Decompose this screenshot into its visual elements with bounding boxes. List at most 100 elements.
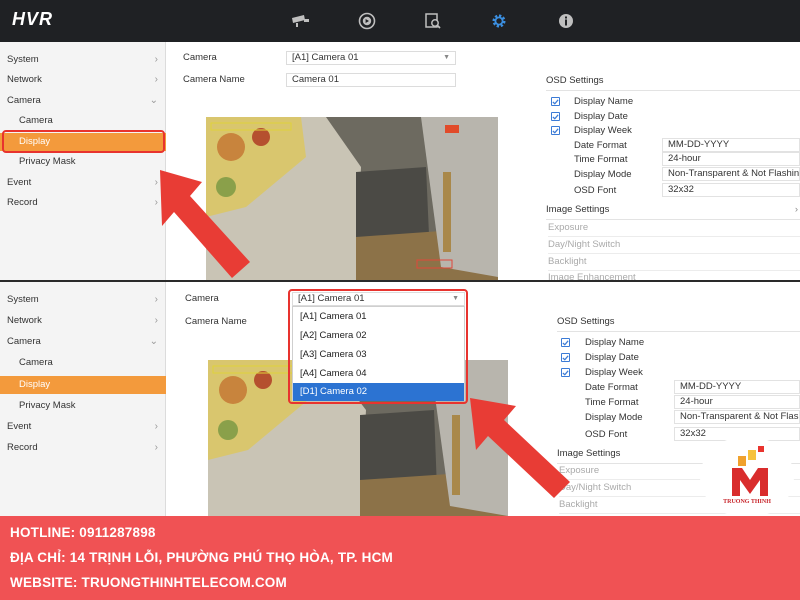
sidebar-item-event[interactable]: Event › [0, 418, 166, 436]
contact-footer: HOTLINE: 0911287898 ĐỊA CHỈ: 14 TRỊNH LỖ… [0, 516, 800, 600]
sidebar-item-privacy-mask[interactable]: Privacy Mask [0, 153, 166, 171]
top-bar: HVR [0, 0, 800, 42]
sidebar-item-label: Record [7, 442, 38, 453]
exposure-item[interactable]: Exposure [548, 222, 800, 237]
camera-select[interactable]: [A1] Camera 01 ▼ [286, 51, 456, 65]
sidebar-item-camera[interactable]: Camera [0, 112, 166, 130]
chevron-down-icon: ⌄ [149, 336, 158, 347]
chevron-right-icon: › [154, 421, 158, 432]
search-icon[interactable] [421, 9, 445, 33]
sidebar-item-record[interactable]: Record › [0, 439, 166, 457]
sidebar-item-camera-group[interactable]: Camera ⌄ [0, 333, 166, 351]
camera-label: Camera [185, 293, 219, 304]
camera-name-label: Camera Name [183, 74, 245, 85]
sidebar-item-label: System [7, 54, 39, 65]
sidebar-item-label: Network [7, 74, 42, 85]
sidebar-item-network[interactable]: Network › [0, 312, 166, 330]
time-format-select[interactable]: 24-hour [662, 152, 800, 166]
top-config-panel: System › Network › Camera ⌄ Camera Display … [0, 42, 800, 280]
sidebar-item-label: Record [7, 197, 38, 208]
sidebar-item-network[interactable]: Network › [0, 71, 166, 89]
checkbox-display-date[interactable] [551, 112, 560, 121]
chevron-right-icon: › [154, 54, 158, 65]
red-arrow-icon [160, 170, 250, 278]
chevron-right-icon: › [154, 315, 158, 326]
sidebar-item-label: System [7, 294, 39, 305]
chevron-right-icon: › [154, 74, 158, 85]
red-arrow-icon [470, 398, 570, 498]
sidebar-item-label: Camera [19, 115, 53, 126]
sidebar-item-display[interactable]: Display [0, 376, 166, 394]
chevron-right-icon: › [154, 294, 158, 305]
chevron-down-icon: ⌄ [149, 95, 158, 106]
highlight-box [288, 289, 468, 404]
date-format-select[interactable]: MM-DD-YYYY [674, 380, 800, 394]
camera-select-value: [A1] Camera 01 [292, 52, 359, 63]
checkbox-display-name[interactable] [561, 338, 570, 347]
bottom-config-panel: System › Network › Camera ⌄ Camera Display … [0, 282, 800, 516]
hotline-text: HOTLINE: 0911287898 [10, 525, 156, 540]
sidebar-item-label: Event [7, 421, 32, 432]
app-logo: HVR [12, 9, 54, 29]
sidebar-item-system[interactable]: System › [0, 291, 166, 309]
sidebar-item-record[interactable]: Record › [0, 194, 166, 212]
display-mode-select[interactable]: Non-Transparent & Not Flas [674, 410, 800, 424]
display-mode-label: Display Mode [574, 169, 632, 180]
day-night-switch-item[interactable]: Day/Night Switch [548, 239, 800, 254]
date-format-select[interactable]: MM-DD-YYYY [662, 138, 800, 152]
backlight-item[interactable]: Backlight [548, 256, 800, 271]
osd-font-select[interactable]: 32x32 [662, 183, 800, 197]
brand-badge: TRUONG THINH [700, 436, 794, 518]
sidebar-item-label: Privacy Mask [19, 156, 76, 167]
display-date-label: Display Date [574, 111, 628, 122]
address-text: ĐỊA CHỈ: 14 TRỊNH LỖI, PHƯỜNG PHÚ THỌ HÒ… [10, 550, 393, 565]
display-mode-label: Display Mode [585, 412, 643, 423]
sidebar-item-label: Event [7, 177, 32, 188]
checkbox-display-week[interactable] [551, 126, 560, 135]
osd-settings-header: OSD Settings [546, 75, 800, 91]
checkbox-display-name[interactable] [551, 97, 560, 106]
sidebar: System › Network › Camera ⌄ Camera Display … [0, 42, 166, 280]
sidebar: System › Network › Camera ⌄ Camera Display … [0, 282, 166, 516]
image-settings-label: Image Settings [546, 204, 610, 215]
date-format-label: Date Format [574, 140, 627, 151]
chevron-right-icon: › [794, 204, 798, 215]
display-week-label: Display Week [585, 367, 643, 378]
osd-settings-header: OSD Settings [557, 316, 800, 332]
display-name-label: Display Name [585, 337, 645, 348]
highlight-box [2, 130, 165, 153]
brand-name: TRUONG THINH [723, 499, 771, 505]
info-icon[interactable] [554, 9, 578, 33]
sidebar-item-label: Privacy Mask [19, 400, 76, 411]
display-week-label: Display Week [574, 125, 632, 136]
brand-logo-icon [732, 446, 768, 496]
sidebar-item-label: Network [7, 315, 42, 326]
sidebar-item-system[interactable]: System › [0, 51, 166, 69]
time-format-select[interactable]: 24-hour [674, 395, 800, 409]
sidebar-item-camera-group[interactable]: Camera ⌄ [0, 92, 166, 110]
sidebar-item-camera[interactable]: Camera [0, 354, 166, 372]
display-mode-select[interactable]: Non-Transparent & Not Flashin [662, 167, 800, 181]
sidebar-item-label: Camera [7, 95, 41, 106]
display-name-label: Display Name [574, 96, 634, 107]
dropdown-arrow-icon: ▼ [443, 54, 450, 61]
camera-label: Camera [183, 52, 217, 63]
playback-icon[interactable] [355, 9, 379, 33]
camera-name-label: Camera Name [185, 316, 247, 327]
osd-font-label: OSD Font [574, 185, 617, 196]
time-format-label: Time Format [585, 397, 639, 408]
display-date-label: Display Date [585, 352, 639, 363]
sidebar-item-label: Camera [19, 357, 53, 368]
sidebar-item-privacy-mask[interactable]: Privacy Mask [0, 397, 166, 415]
settings-icon[interactable] [487, 9, 511, 33]
website-text[interactable]: WEBSITE: TRUONGTHINHTELECOM.COM [10, 575, 287, 590]
checkbox-display-week[interactable] [561, 368, 570, 377]
chevron-right-icon: › [154, 442, 158, 453]
camera-icon[interactable] [288, 9, 312, 33]
sidebar-item-label: Camera [7, 336, 41, 347]
sidebar-item-event[interactable]: Event › [0, 174, 166, 192]
checkbox-display-date[interactable] [561, 353, 570, 362]
camera-name-input[interactable]: Camera 01 [286, 73, 456, 87]
image-enhancement-item[interactable]: Image Enhancement [548, 272, 800, 280]
image-settings-header[interactable]: Image Settings › [546, 204, 800, 220]
